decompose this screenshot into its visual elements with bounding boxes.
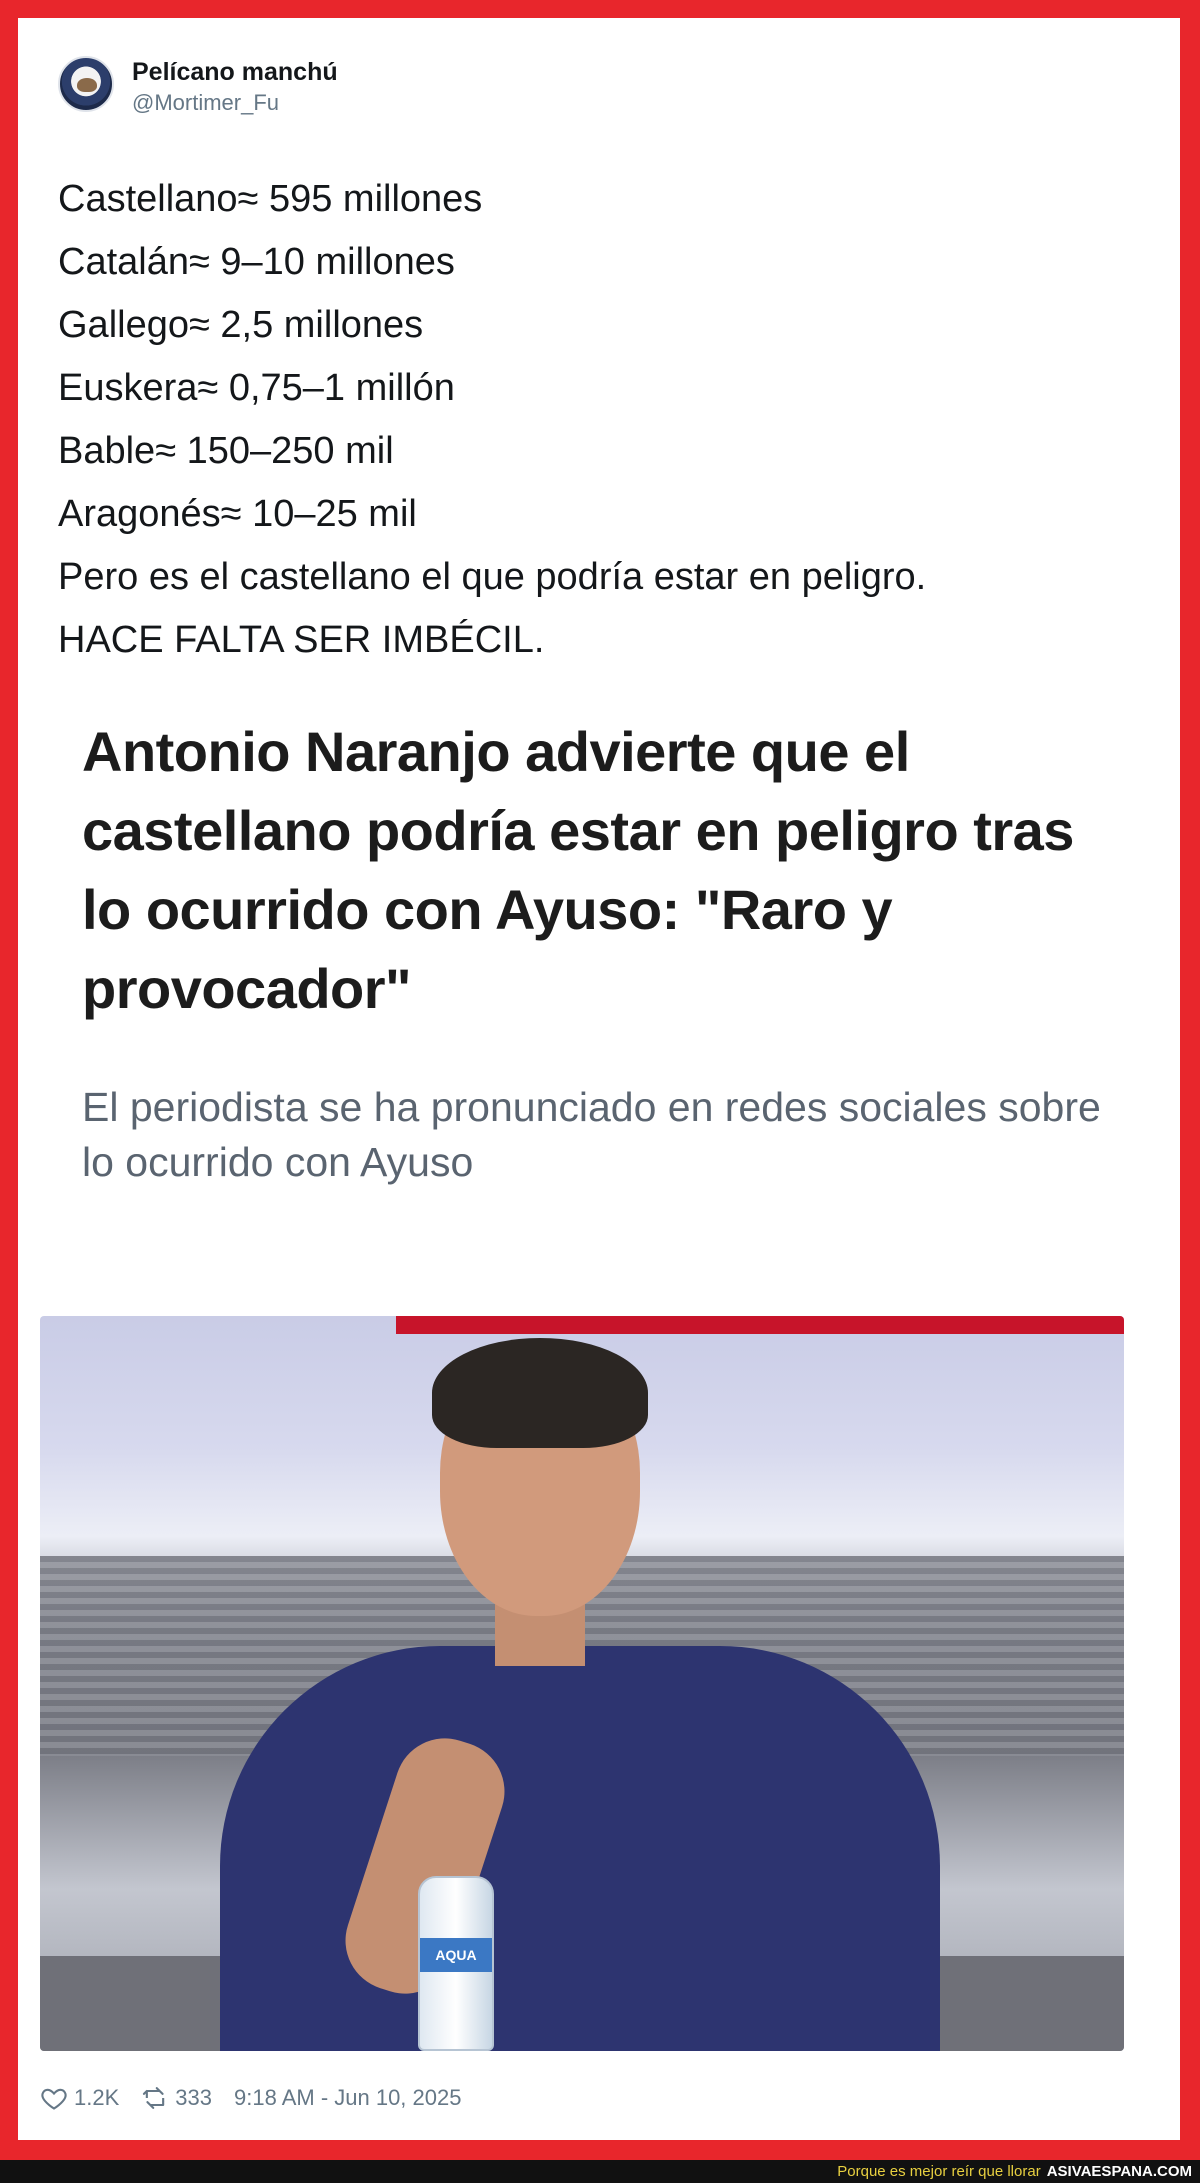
author-display-name[interactable]: Pelícano manchú (132, 58, 338, 87)
watermark-bar: Porque es mejor reír que llorar ASIVAESPA… (0, 2160, 1200, 2183)
bottle-label: AQUA (420, 1938, 492, 1972)
watermark-tagline: Porque es mejor reír que llorar (837, 2163, 1041, 2180)
person-shirt (220, 1646, 940, 2051)
tweet-line: Euskera≈ 0,75–1 millón (58, 367, 455, 409)
tweet-footer: 1.2K 333 9:18 AM - Jun 10, 2025 (40, 2080, 740, 2116)
tweet-line: Pero es el castellano el que podría esta… (58, 556, 927, 598)
tweet-line: Catalán≈ 9–10 millones (58, 241, 455, 283)
tweet-line: Gallego≈ 2,5 millones (58, 304, 424, 346)
article-headline: Antonio Naranjo advierte que el castella… (82, 720, 1074, 1020)
studio-red-bar (396, 1316, 1124, 1334)
avatar[interactable] (58, 56, 114, 112)
tweet-line: Bable≈ 150–250 mil (58, 430, 394, 472)
like-count: 1.2K (74, 2085, 120, 2110)
retweet-count: 333 (175, 2085, 212, 2110)
tweet-line: Castellano≈ 595 millones (58, 178, 483, 220)
tweet-line: Aragonés≈ 10–25 mil (58, 493, 417, 535)
article-subheadline: El periodista se ha pronunciado en redes… (82, 1084, 1101, 1185)
retweet-icon[interactable] (141, 2084, 169, 2112)
water-bottle: AQUA (418, 1876, 494, 2051)
tweet-text: Castellano≈ 595 millones Catalán≈ 9–10 m… (58, 168, 1148, 672)
watermark-site[interactable]: ASIVAESPANA.COM (1047, 2163, 1192, 2180)
heart-icon[interactable] (40, 2084, 68, 2112)
tweet-timestamp[interactable]: 9:18 AM - Jun 10, 2025 (234, 2085, 462, 2111)
person-hair (432, 1338, 648, 1448)
bottle-label-text: AQUA (435, 1947, 477, 1963)
article-photo[interactable]: AQUA (40, 1316, 1124, 2051)
author-handle[interactable]: @Mortimer_Fu (132, 90, 279, 116)
tweet-header: Pelícano manchú @Mortimer_Fu (58, 56, 758, 120)
tweet-line: HACE FALTA SER IMBÉCIL. (58, 619, 545, 661)
